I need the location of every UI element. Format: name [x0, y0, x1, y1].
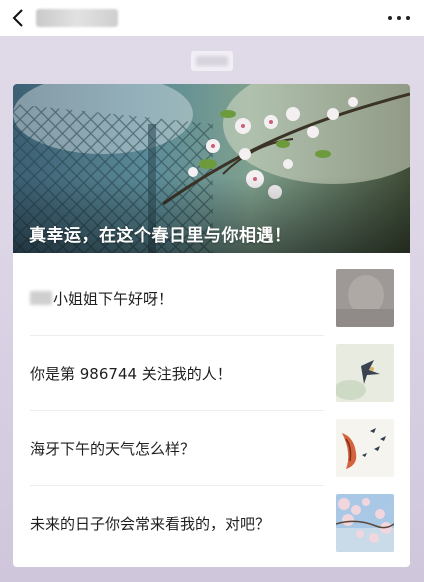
article-thumbnail [336, 494, 394, 552]
hero-title: 真幸运，在这个春日里与你相遇！ [29, 226, 292, 246]
article-list-item[interactable]: 未来的日子你会常来看我的，对吧？ [13, 486, 410, 560]
chevron-left-icon [12, 9, 23, 27]
article-item-title: 你是第 986744 关注我的人！ [30, 364, 232, 383]
article-thumbnail [336, 344, 394, 402]
redacted-name [30, 291, 52, 305]
article-card[interactable]: 真幸运，在这个春日里与你相遇！ 小姐姐下午好呀！ 你是第 986744 关注我的… [13, 84, 410, 567]
message-timestamp [191, 51, 233, 71]
back-button[interactable] [0, 0, 36, 36]
article-item-title: 小姐姐下午好呀！ [53, 289, 174, 308]
more-button[interactable] [388, 8, 410, 28]
article-thumbnail [336, 419, 394, 477]
article-list-item[interactable]: 你是第 986744 关注我的人！ [13, 336, 410, 410]
article-item-title: 未来的日子你会常来看我的，对吧？ [30, 514, 271, 533]
article-item-title: 海牙下午的天气怎么样？ [30, 439, 196, 458]
hero-cover[interactable]: 真幸运，在这个春日里与你相遇！ [13, 84, 410, 253]
article-thumbnail [336, 269, 394, 327]
top-bar [0, 0, 424, 36]
article-list-item[interactable]: 海牙下午的天气怎么样？ [13, 411, 410, 485]
article-list-item[interactable]: 小姐姐下午好呀！ [13, 261, 410, 335]
chat-title-redacted [36, 9, 118, 27]
more-dots-icon [388, 16, 392, 20]
